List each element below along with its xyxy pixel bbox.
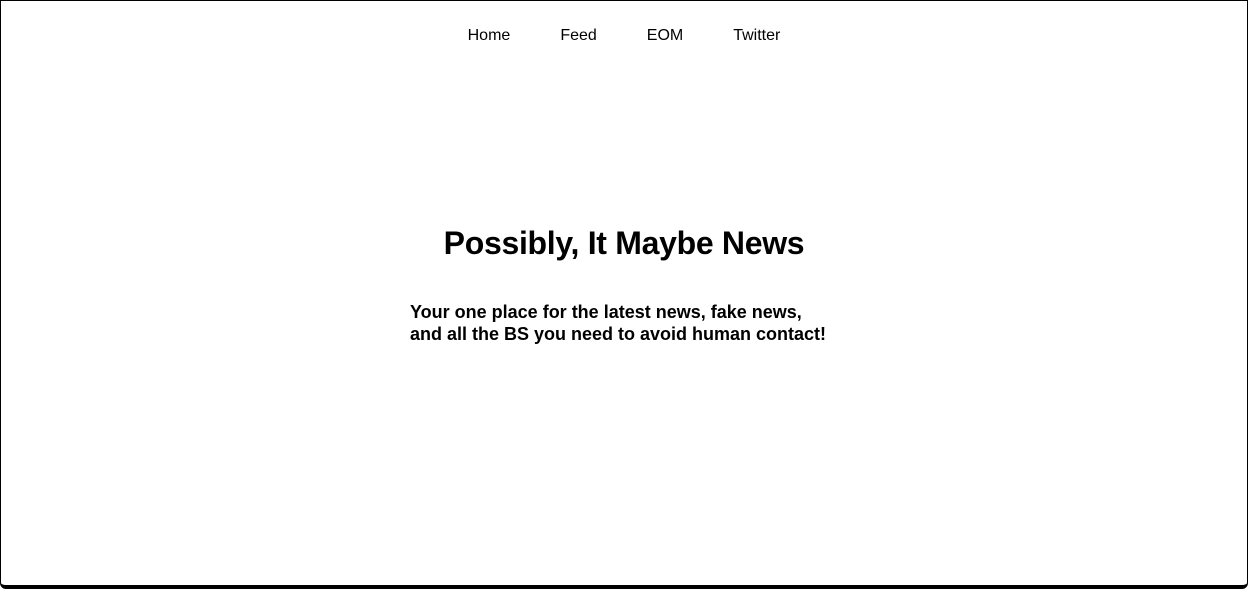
hero-tagline: Your one place for the latest news, fake… [410,301,870,345]
top-nav: Home Feed EOM Twitter [1,25,1247,47]
hero-tagline-line-2: and all the BS you need to avoid human c… [410,324,827,344]
page-window: Home Feed EOM Twitter Possibly, It Maybe… [0,0,1248,589]
hero-tagline-line-1: Your one place for the latest news, fake… [410,302,802,322]
nav-link-home[interactable]: Home [443,25,536,47]
nav-link-twitter[interactable]: Twitter [708,25,805,47]
nav-link-feed[interactable]: Feed [535,25,621,47]
page-title: Possibly, It Maybe News [443,225,805,261]
nav-link-eom[interactable]: EOM [622,25,708,47]
